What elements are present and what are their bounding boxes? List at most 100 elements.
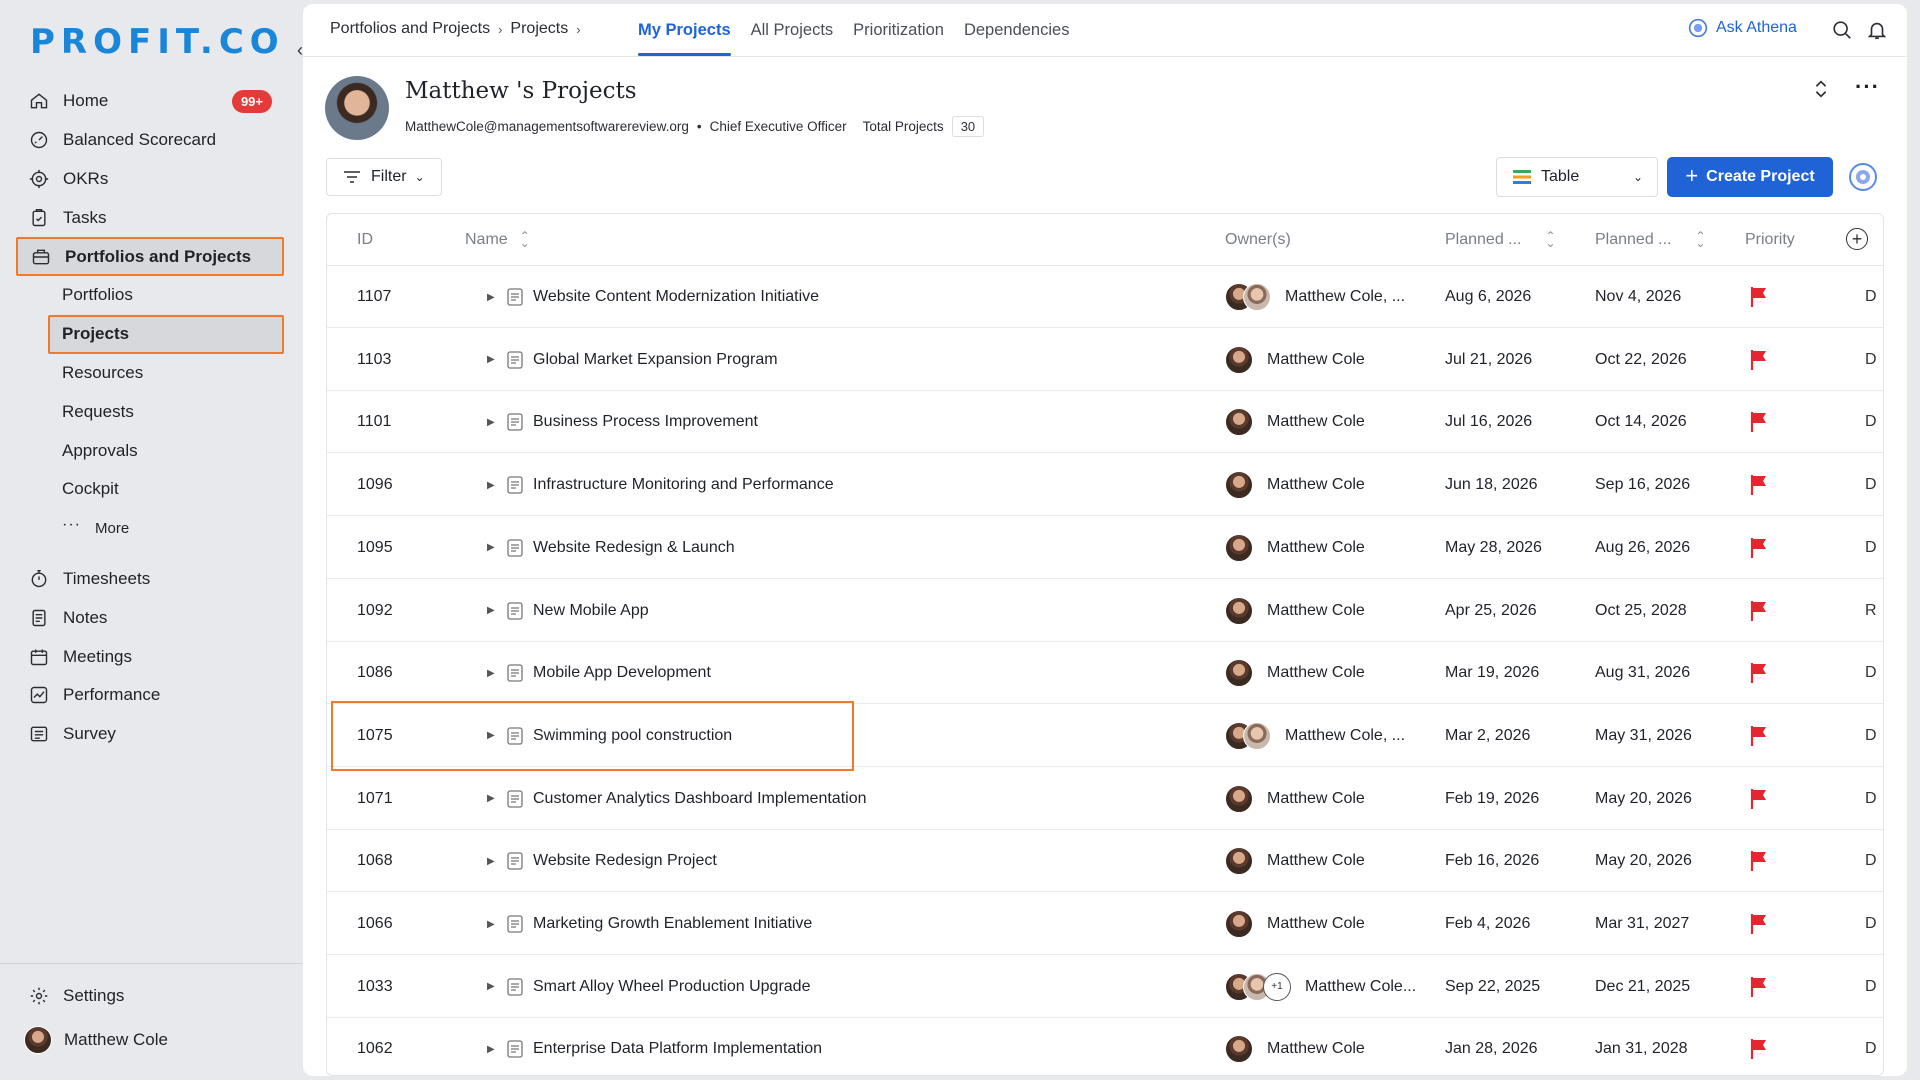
table-row[interactable]: 1101 ▶ Business Process Improvement Matthew… <box>327 391 1883 454</box>
sidebar-subitem-requests[interactable]: Requests <box>16 392 284 431</box>
sort-icon[interactable]: ⌃ ⌄ <box>1696 230 1706 249</box>
expand-row-icon[interactable]: ▶ <box>487 454 499 516</box>
sidebar-item-performance[interactable]: Performance <box>16 676 284 715</box>
logo[interactable]: PROFIT.CO <box>30 22 285 62</box>
table-row[interactable]: 1071 ▶ Customer Analytics Dashboard Implem… <box>327 768 1883 830</box>
expand-row-icon[interactable]: ▶ <box>487 768 499 830</box>
planned-end-date: Dec 21, 2025 <box>1595 977 1691 995</box>
project-name-link[interactable]: New Mobile App <box>533 580 649 642</box>
table-row[interactable]: 1062 ▶ Enterprise Data Platform Implementa… <box>327 1018 1883 1075</box>
priority-flag-icon[interactable] <box>1749 1018 1769 1075</box>
view-select[interactable]: Table ⌄ <box>1496 157 1658 197</box>
expand-collapse-icon[interactable] <box>1810 78 1832 100</box>
create-project-button[interactable]: + Create Project <box>1667 157 1833 197</box>
tab-all-projects[interactable]: All Projects <box>741 4 844 56</box>
sidebar-item-settings[interactable]: Settings <box>16 977 284 1016</box>
expand-row-icon[interactable]: ▶ <box>487 266 499 328</box>
expand-row-icon[interactable]: ▶ <box>487 956 499 1018</box>
project-name-link[interactable]: Marketing Growth Enablement Initiative <box>533 893 812 955</box>
table-row[interactable]: 1075 ▶ Swimming pool construction Matthew C… <box>327 705 1883 767</box>
table-row[interactable]: 1033 ▶ Smart Alloy Wheel Production Upgrad… <box>327 956 1883 1018</box>
expand-row-icon[interactable]: ▶ <box>487 391 499 453</box>
column-header-name[interactable]: Name ⌃ ⌄ <box>465 214 530 266</box>
table-row[interactable]: 1096 ▶ Infrastructure Monitoring and Perfo… <box>327 454 1883 517</box>
column-header-id[interactable]: ID <box>357 214 373 266</box>
breadcrumb-item[interactable]: Projects <box>510 20 568 38</box>
project-name-link[interactable]: Mobile App Development <box>533 642 711 704</box>
table-row[interactable]: 1086 ▶ Mobile App Development Matthew Cole M… <box>327 642 1883 705</box>
priority-flag-icon[interactable] <box>1749 391 1769 453</box>
project-name-link[interactable]: Business Process Improvement <box>533 391 758 453</box>
sidebar-item-balanced-scorecard[interactable]: Balanced Scorecard <box>16 121 284 160</box>
expand-row-icon[interactable]: ▶ <box>487 642 499 704</box>
window-scrollbar[interactable] <box>1910 0 1920 1080</box>
project-name-link[interactable]: Customer Analytics Dashboard Implementat… <box>533 768 867 830</box>
priority-flag-icon[interactable] <box>1749 768 1769 830</box>
sidebar-subitem-portfolios[interactable]: Portfolios <box>16 276 284 315</box>
expand-row-icon[interactable]: ▶ <box>487 329 499 391</box>
ask-athena-button[interactable]: Ask Athena <box>1688 18 1797 38</box>
sidebar-item-portfolios-and-projects[interactable]: Portfolios and Projects <box>16 237 284 276</box>
priority-flag-icon[interactable] <box>1749 580 1769 642</box>
table-row[interactable]: 1103 ▶ Global Market Expansion Program Matt… <box>327 329 1883 391</box>
priority-flag-icon[interactable] <box>1749 329 1769 391</box>
column-header-owner[interactable]: Owner(s) <box>1225 214 1291 266</box>
table-row[interactable]: 1066 ▶ Marketing Growth Enablement Initiat… <box>327 893 1883 955</box>
sidebar-item-home[interactable]: Home 99+ <box>16 82 284 121</box>
project-name-link[interactable]: Global Market Expansion Program <box>533 329 778 391</box>
sidebar-item-tasks[interactable]: Tasks <box>16 198 284 237</box>
sidebar-item-meetings[interactable]: Meetings <box>16 637 284 676</box>
table-row[interactable]: 1107 ▶ Website Content Modernization Initi… <box>327 266 1883 328</box>
table-row[interactable]: 1095 ▶ Website Redesign & Launch Matthew Co… <box>327 517 1883 579</box>
table-row[interactable]: 1068 ▶ Website Redesign Project Matthew Col… <box>327 830 1883 893</box>
sidebar-subitem-cockpit[interactable]: Cockpit <box>16 470 284 509</box>
sort-icon[interactable]: ⌃ ⌄ <box>1546 230 1556 249</box>
sidebar-subitem-resources[interactable]: Resources <box>16 354 284 393</box>
priority-flag-icon[interactable] <box>1749 705 1769 767</box>
sidebar-subitem-approvals[interactable]: Approvals <box>16 431 284 470</box>
priority-flag-icon[interactable] <box>1749 893 1769 955</box>
filter-button[interactable]: Filter ⌄ <box>326 158 442 196</box>
expand-row-icon[interactable]: ▶ <box>487 517 499 579</box>
project-name-link[interactable]: Swimming pool construction <box>533 705 732 767</box>
expand-row-icon[interactable]: ▶ <box>487 705 499 767</box>
expand-row-icon[interactable]: ▶ <box>487 830 499 892</box>
athena-assistant-icon[interactable] <box>1848 162 1878 192</box>
project-name-link[interactable]: Smart Alloy Wheel Production Upgrade <box>533 956 810 1018</box>
project-name-link[interactable]: Enterprise Data Platform Implementation <box>533 1018 822 1075</box>
sidebar-item-okrs[interactable]: OKRs <box>16 160 284 199</box>
column-header-planned-start[interactable]: Planned ... ⌃ ⌄ <box>1445 214 1556 266</box>
table-row[interactable]: 1092 ▶ New Mobile App Matthew Cole Apr 25, 2… <box>327 580 1883 642</box>
more-options-icon[interactable]: ··· <box>1855 74 1880 100</box>
tab-dependencies[interactable]: Dependencies <box>954 4 1080 56</box>
breadcrumb-item[interactable]: Portfolios and Projects <box>330 20 490 38</box>
priority-flag-icon[interactable] <box>1749 642 1769 704</box>
project-name-link[interactable]: Website Content Modernization Initiative <box>533 266 819 328</box>
column-header-priority[interactable]: Priority <box>1745 214 1795 266</box>
column-header-planned-end[interactable]: Planned ... ⌃ ⌄ <box>1595 214 1706 266</box>
tab-prioritization[interactable]: Prioritization <box>843 4 954 56</box>
expand-row-icon[interactable]: ▶ <box>487 580 499 642</box>
sidebar-item-timesheets[interactable]: Timesheets <box>16 560 284 599</box>
expand-row-icon[interactable]: ▶ <box>487 1018 499 1075</box>
tab-my-projects[interactable]: My Projects <box>628 4 741 56</box>
project-name-link[interactable]: Website Redesign Project <box>533 830 717 892</box>
project-name-link[interactable]: Infrastructure Monitoring and Performanc… <box>533 454 834 516</box>
project-name-link[interactable]: Website Redesign & Launch <box>533 517 735 579</box>
search-icon[interactable] <box>1831 19 1855 43</box>
sort-icon[interactable]: ⌃ ⌄ <box>520 230 530 249</box>
user-profile[interactable]: Matthew Cole <box>24 1024 168 1056</box>
priority-flag-icon[interactable] <box>1749 454 1769 516</box>
priority-flag-icon[interactable] <box>1749 830 1769 892</box>
sidebar-item-notes[interactable]: Notes <box>16 598 284 637</box>
expand-row-icon[interactable]: ▶ <box>487 893 499 955</box>
sidebar-subitem-more[interactable]: ··· More <box>16 509 284 548</box>
add-column-icon[interactable]: + <box>1846 228 1868 250</box>
sidebar-item-survey[interactable]: Survey <box>16 715 284 754</box>
priority-flag-icon[interactable] <box>1749 517 1769 579</box>
priority-flag-icon[interactable] <box>1749 956 1769 1018</box>
sidebar-subitem-projects[interactable]: Projects <box>48 314 284 354</box>
priority-flag-icon[interactable] <box>1749 266 1769 328</box>
bell-icon[interactable] <box>1866 19 1890 43</box>
avatar <box>1225 910 1253 938</box>
